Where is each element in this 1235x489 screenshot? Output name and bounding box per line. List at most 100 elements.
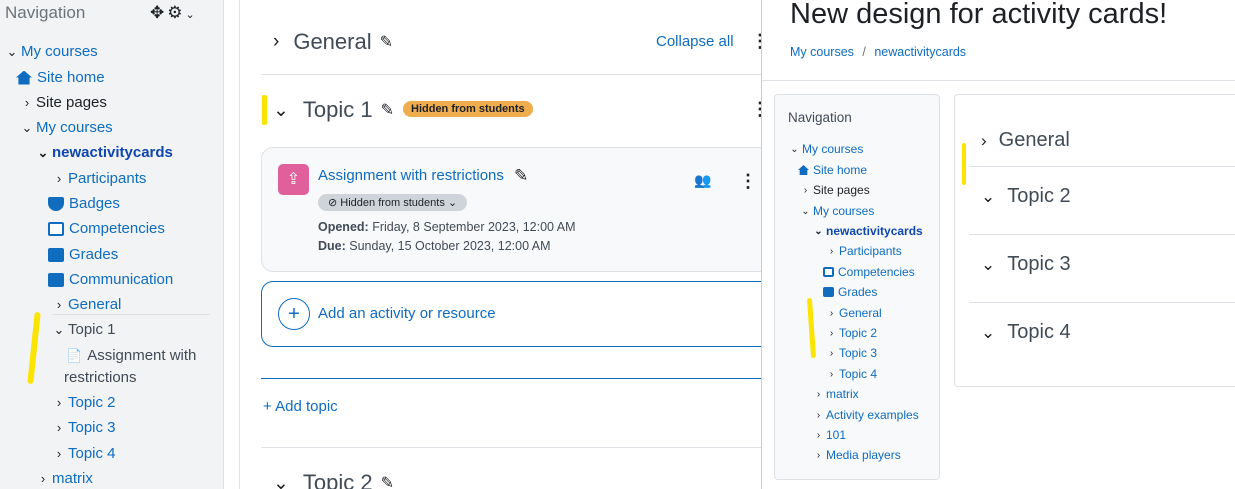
table-icon bbox=[48, 247, 64, 262]
nav-item-101[interactable]: › 101 bbox=[813, 428, 846, 442]
preview-navigation-block: Navigation ⌄ My courses Site home › Site p… bbox=[774, 94, 940, 480]
nav-item-course[interactable]: ⌄ newactivitycards bbox=[813, 224, 922, 238]
table-icon bbox=[823, 287, 834, 297]
divider bbox=[261, 74, 761, 75]
groups-icon[interactable]: 👥 bbox=[694, 172, 711, 189]
section-topic-4[interactable]: ⌄ Topic 4 bbox=[981, 321, 1071, 344]
nav-item-site-pages[interactable]: › Site pages bbox=[800, 183, 870, 197]
chevron-right-icon: › bbox=[24, 95, 30, 110]
add-topic-link[interactable]: + Add topic bbox=[263, 398, 338, 415]
nav-item-my-courses-2[interactable]: ⌄ My courses bbox=[800, 204, 874, 218]
assignment-icon: ⇪ bbox=[278, 164, 309, 195]
nav-item-general[interactable]: › General bbox=[826, 306, 882, 320]
nav-item-topic-4[interactable]: › Topic 4 bbox=[52, 445, 116, 462]
nav-item-activity-examples[interactable]: › Activity examples bbox=[813, 408, 919, 422]
nav-item-matrix[interactable]: › matrix bbox=[36, 470, 93, 487]
nav-item-communication[interactable]: Communication bbox=[48, 271, 173, 288]
chevron-right-icon[interactable]: › bbox=[981, 131, 987, 151]
chevron-right-icon: › bbox=[816, 409, 821, 421]
chevron-down-icon[interactable]: ⌄ bbox=[981, 187, 995, 207]
section-topic-2[interactable]: ⌄ Topic 2 ✎ bbox=[273, 470, 394, 489]
chevron-right-icon: › bbox=[56, 171, 62, 186]
nav-item-site-pages[interactable]: › Site pages bbox=[20, 94, 107, 111]
chevron-right-icon: › bbox=[40, 471, 46, 486]
more-icon[interactable]: ⋮ bbox=[751, 100, 761, 118]
visibility-pill[interactable]: ⊘ Hidden from students ⌄ bbox=[318, 194, 468, 211]
chevron-down-icon[interactable]: ⌄ bbox=[981, 255, 995, 275]
nav-item-assignment-line2[interactable]: restrictions bbox=[64, 369, 137, 386]
chevron-down-icon[interactable]: ⌄ bbox=[273, 472, 289, 489]
breadcrumb-item[interactable]: My courses bbox=[790, 45, 854, 59]
chevron-down-icon: ⌄ bbox=[801, 205, 810, 217]
course-content: › General ✎ Collapse all ⋮ ⌄ Topic 1 ✎ Hidde… bbox=[241, 0, 761, 489]
eye-slash-icon: ⊘ bbox=[328, 197, 341, 209]
preview-course-content: › General ⌄ Topic 2 ⌄ Topic 3 ⌄ Topic 4 bbox=[954, 94, 1235, 387]
nav-item-participants[interactable]: › Participants bbox=[826, 244, 902, 258]
nav-item-my-courses[interactable]: ⌄ My courses bbox=[5, 43, 98, 60]
chevron-down-icon: ⌄ bbox=[6, 43, 18, 59]
nav-item-badges[interactable]: Badges bbox=[48, 195, 120, 212]
divider bbox=[969, 234, 1235, 235]
activity-card: ⇪ Assignment with restrictions ✎ 👥 ⋮ ⊘ H… bbox=[261, 147, 761, 272]
pencil-icon[interactable]: ✎ bbox=[381, 100, 394, 120]
add-activity-button[interactable]: + Add an activity or resource bbox=[261, 281, 761, 347]
nav-item-topic-2[interactable]: › Topic 2 bbox=[826, 326, 877, 340]
nav-item-topic-1[interactable]: ⌄ Topic 1 bbox=[52, 321, 116, 338]
pencil-icon[interactable]: ✎ bbox=[381, 473, 394, 489]
nav-item-general[interactable]: › General bbox=[52, 296, 122, 313]
pencil-icon[interactable]: ✎ bbox=[514, 166, 528, 186]
nav-item-participants[interactable]: › Participants bbox=[52, 170, 147, 187]
home-icon bbox=[798, 165, 809, 175]
chevron-right-icon: › bbox=[56, 297, 62, 312]
chevron-down-icon[interactable]: ⌄ bbox=[273, 99, 289, 122]
nav-item-site-home[interactable]: Site home bbox=[16, 69, 105, 86]
opened-date: Opened: Friday, 8 September 2023, 12:00 … bbox=[318, 220, 576, 234]
more-icon[interactable]: ⋮ bbox=[739, 172, 757, 190]
chevron-right-icon: › bbox=[56, 420, 62, 435]
page-title: New design for activity cards! bbox=[790, 0, 1168, 30]
breadcrumb: My courses / newactivitycards bbox=[790, 45, 966, 59]
nav-item-competencies[interactable]: Competencies bbox=[823, 265, 915, 279]
nav-item-topic-4[interactable]: › Topic 4 bbox=[826, 367, 877, 381]
section-topic-2[interactable]: ⌄ Topic 2 bbox=[981, 185, 1071, 208]
chevron-right-icon: › bbox=[829, 368, 834, 380]
activity-name-link[interactable]: Assignment with restrictions bbox=[318, 167, 504, 184]
chevron-right-icon: › bbox=[816, 388, 821, 400]
section-general[interactable]: › General ✎ bbox=[273, 29, 393, 55]
nav-item-grades[interactable]: Grades bbox=[48, 246, 118, 263]
nav-item-topic-2[interactable]: › Topic 2 bbox=[52, 394, 116, 411]
nav-item-grades[interactable]: Grades bbox=[823, 285, 877, 299]
section-topic-3[interactable]: ⌄ Topic 3 bbox=[981, 253, 1071, 276]
nav-item-media-players[interactable]: › Media players bbox=[813, 448, 901, 462]
chevron-down-icon[interactable]: ⌄ bbox=[186, 9, 198, 21]
highlight-mark bbox=[262, 95, 267, 125]
chevron-right-icon: › bbox=[829, 307, 834, 319]
nav-item-matrix[interactable]: › matrix bbox=[813, 387, 859, 401]
chevron-down-icon[interactable]: ⌄ bbox=[981, 323, 995, 343]
move-icon[interactable]: ✥ bbox=[150, 3, 167, 22]
section-topic-1[interactable]: ⌄ Topic 1 ✎ bbox=[273, 97, 394, 123]
more-icon[interactable]: ⋮ bbox=[751, 32, 761, 50]
breadcrumb-item[interactable]: newactivitycards bbox=[874, 45, 966, 59]
nav-item-competencies[interactable]: Competencies bbox=[48, 220, 165, 237]
left-navigation-block: Navigation ✥⚙⌄ ⌄ My courses Site home › Si… bbox=[0, 0, 224, 489]
nav-item-my-courses[interactable]: ⌄ My courses bbox=[789, 142, 863, 156]
section-general[interactable]: › General bbox=[981, 129, 1070, 152]
nav-item-course[interactable]: ⌄ newactivitycards bbox=[36, 144, 173, 161]
pencil-icon[interactable]: ✎ bbox=[380, 32, 393, 52]
gear-icon[interactable]: ⚙ bbox=[167, 3, 185, 22]
divider bbox=[261, 447, 761, 448]
chevron-down-icon: ⌄ bbox=[21, 119, 33, 135]
plus-icon: + bbox=[278, 298, 310, 330]
nav-controls[interactable]: ✥⚙⌄ bbox=[150, 3, 198, 23]
hidden-badge: Hidden from students bbox=[403, 101, 533, 117]
chevron-right-icon[interactable]: › bbox=[273, 31, 279, 53]
collapse-all-link[interactable]: Collapse all bbox=[656, 33, 734, 50]
nav-item-assignment[interactable]: 📄 Assignment with bbox=[66, 347, 196, 364]
drawer-gutter bbox=[224, 0, 240, 489]
plus-icon: + bbox=[263, 398, 276, 415]
nav-item-topic-3[interactable]: › Topic 3 bbox=[826, 346, 877, 360]
nav-item-topic-3[interactable]: › Topic 3 bbox=[52, 419, 116, 436]
nav-item-site-home[interactable]: Site home bbox=[798, 163, 867, 177]
nav-item-my-courses-2[interactable]: ⌄ My courses bbox=[20, 119, 113, 136]
